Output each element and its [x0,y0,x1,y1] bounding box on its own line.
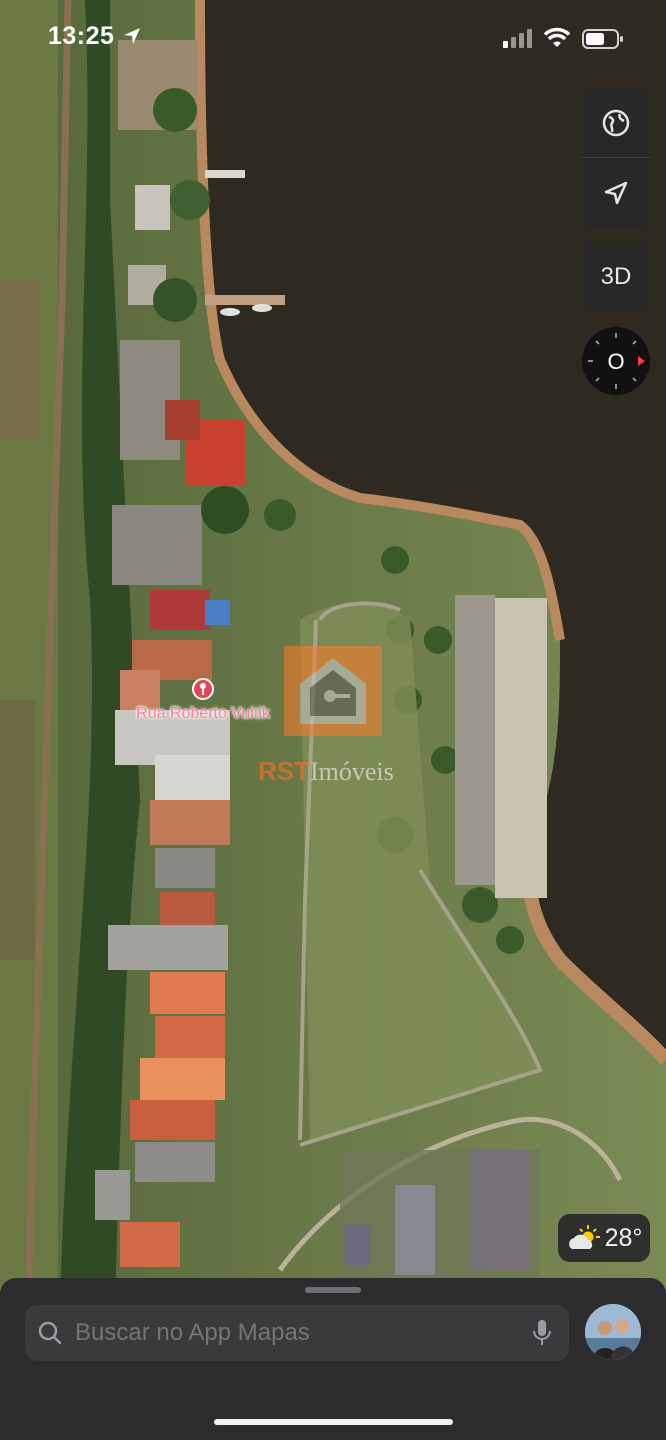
avatar[interactable] [585,1304,641,1360]
compass-button[interactable]: O [582,327,650,395]
place-label[interactable]: Rua Roberto Vuitik [130,705,276,722]
map-pin-icon[interactable] [191,678,215,704]
map-type-button[interactable] [582,88,650,157]
temperature: 28° [604,1223,643,1252]
sheet-grabber[interactable] [305,1287,361,1293]
long-building [455,595,495,885]
watermark-brand: RST [258,756,310,786]
globe-icon [602,109,630,136]
location-arrow-icon [124,28,140,44]
watermark-word: Imóveis [310,757,394,786]
battery-icon [582,29,623,49]
weather-chip[interactable]: 28° [558,1214,650,1262]
compass-label: O [607,349,624,374]
partly-sunny-icon [568,1225,600,1249]
compass-icon: O [588,333,645,389]
location-arrow-outline-icon [604,181,628,204]
search-input[interactable] [75,1305,515,1361]
watermark-text: RSTImóveis [258,756,394,787]
3d-view-button[interactable]: 3D [582,243,650,311]
status-time: 13:25 [48,22,115,50]
current-location-button[interactable] [582,158,650,227]
search-icon [38,1321,62,1345]
bottom-sheet[interactable] [0,1278,666,1440]
watermark-logo-icon [284,646,382,736]
cellular-signal-icon [503,29,532,48]
map-controls [582,88,650,228]
avatar-photo [585,1304,641,1360]
search-field[interactable] [25,1305,569,1361]
microphone-icon[interactable] [532,1318,552,1348]
home-indicator [214,1419,453,1425]
wifi-icon [543,27,571,47]
